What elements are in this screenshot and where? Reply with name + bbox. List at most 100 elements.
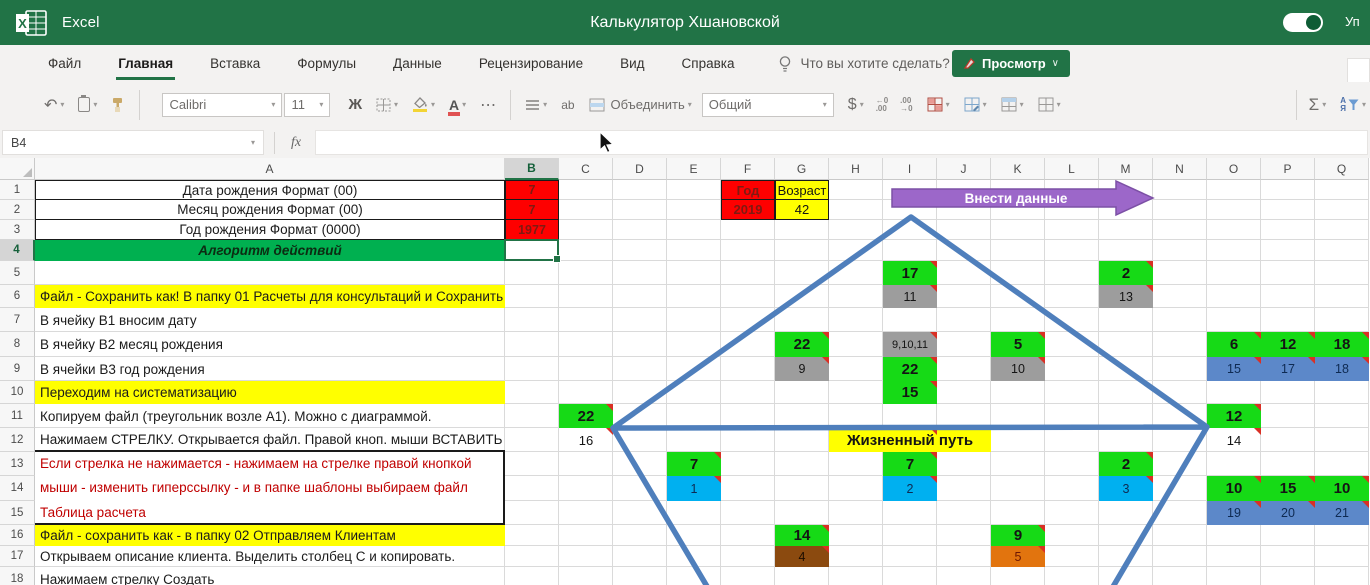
font-name-select[interactable]: Calibri▾ xyxy=(162,93,282,117)
cell-format-button[interactable]: ▾ xyxy=(1038,97,1061,112)
a-cell-row-8[interactable]: В ячейку B2 месяц рождения xyxy=(35,332,505,357)
bold-button[interactable]: Ж xyxy=(348,96,362,113)
a-cell-row-6[interactable]: Файл - Сохранить как! В папку 01 Расчеты… xyxy=(35,285,505,308)
cell-K17[interactable]: 5 xyxy=(991,546,1045,567)
cell-F2[interactable]: 2019 xyxy=(721,200,775,220)
row-header-13[interactable]: 13 xyxy=(0,452,35,476)
col-header-F[interactable]: F xyxy=(721,158,775,180)
cell-K9[interactable]: 10 xyxy=(991,357,1045,381)
col-header-A[interactable]: A xyxy=(35,158,505,180)
number-format-select[interactable]: Общий▾ xyxy=(702,93,834,117)
cell-P14[interactable]: 15 xyxy=(1261,476,1315,501)
cell-O12[interactable]: 14 xyxy=(1207,428,1261,452)
tab-review[interactable]: Рецензирование xyxy=(477,47,585,80)
row-header-16[interactable]: 16 xyxy=(0,525,35,546)
paste-button[interactable]: ▾ xyxy=(78,97,97,112)
col-header-L[interactable]: L xyxy=(1045,158,1099,180)
col-header-B[interactable]: B xyxy=(505,158,559,180)
cell-M5[interactable]: 2 xyxy=(1099,261,1153,285)
row-header-12[interactable]: 12 xyxy=(0,428,35,452)
cell-I5[interactable]: 17 xyxy=(883,261,937,285)
row-header-8[interactable]: 8 xyxy=(0,332,35,357)
wrap-text-button[interactable]: ab xyxy=(561,98,574,112)
cell-O11[interactable]: 12 xyxy=(1207,404,1261,428)
col-header-I[interactable]: I xyxy=(883,158,937,180)
tab-data[interactable]: Данные xyxy=(391,47,444,80)
a-cell-row-18[interactable]: Нажимаем стрелку Создать xyxy=(35,567,505,585)
tell-me-box[interactable]: Что вы хотите сделать? xyxy=(778,55,949,73)
cell-B2[interactable]: 7 xyxy=(505,200,559,220)
cell-I13[interactable]: 7 xyxy=(883,452,937,476)
row-header-11[interactable]: 11 xyxy=(0,404,35,428)
ribbon-toggle[interactable] xyxy=(1283,13,1323,32)
row-header-15[interactable]: 15 xyxy=(0,501,35,525)
tab-formulas[interactable]: Формулы xyxy=(295,47,358,80)
sort-filter-button[interactable]: АЯ ▾ xyxy=(1340,97,1366,113)
tab-help[interactable]: Справка xyxy=(680,47,737,80)
cell-G17[interactable]: 4 xyxy=(775,546,829,567)
cell-C11[interactable]: 22 xyxy=(559,404,613,428)
format-as-table-button[interactable]: ▾ xyxy=(964,97,987,112)
formula-input[interactable] xyxy=(315,130,1368,155)
cell-O9[interactable]: 15 xyxy=(1207,357,1261,381)
row-header-5[interactable]: 5 xyxy=(0,261,35,285)
col-header-K[interactable]: K xyxy=(991,158,1045,180)
alignment-button[interactable]: ▾ xyxy=(525,99,547,111)
a-cell-row-17[interactable]: Открываем описание клиента. Выделить сто… xyxy=(35,546,505,567)
cell-Q14[interactable]: 10 xyxy=(1315,476,1369,501)
cell-I10[interactable]: 15 xyxy=(883,381,937,404)
cell-K8[interactable]: 5 xyxy=(991,332,1045,357)
font-color-button[interactable]: А▾ xyxy=(449,98,466,112)
undo-button[interactable]: ↶▾ xyxy=(44,95,64,115)
col-header-Q[interactable]: Q xyxy=(1315,158,1369,180)
cell-K16[interactable]: 9 xyxy=(991,525,1045,546)
cell-O15[interactable]: 19 xyxy=(1207,501,1261,525)
autosum-button[interactable]: Σ▾ xyxy=(1309,95,1327,115)
col-header-J[interactable]: J xyxy=(937,158,991,180)
cell-M14[interactable]: 3 xyxy=(1099,476,1153,501)
row-header-3[interactable]: 3 xyxy=(0,220,35,240)
cell-O8[interactable]: 6 xyxy=(1207,332,1261,357)
tab-view[interactable]: Вид xyxy=(618,47,646,80)
cell-I14[interactable]: 2 xyxy=(883,476,937,501)
decrease-decimal-icon[interactable]: .00→0 xyxy=(900,97,912,113)
cell-G1[interactable]: Возраст xyxy=(775,180,829,200)
row-header-18[interactable]: 18 xyxy=(0,567,35,585)
name-box[interactable]: B4 ▾ xyxy=(2,130,264,155)
a-cell-row-1[interactable]: Дата рождения Формат (00) xyxy=(35,180,505,200)
col-header-C[interactable]: C xyxy=(559,158,613,180)
tab-file[interactable]: Файл xyxy=(46,47,83,80)
cell-C12[interactable]: 16 xyxy=(559,428,613,452)
cell-P8[interactable]: 12 xyxy=(1261,332,1315,357)
row-header-9[interactable]: 9 xyxy=(0,357,35,381)
cell-M13[interactable]: 2 xyxy=(1099,452,1153,476)
a-cell-row-4[interactable]: Алгоритм действий xyxy=(35,240,505,261)
cell-B1[interactable]: 7 xyxy=(505,180,559,200)
col-header-E[interactable]: E xyxy=(667,158,721,180)
a-cell-row-2[interactable]: Месяц рождения Формат (00) xyxy=(35,200,505,220)
col-header-N[interactable]: N xyxy=(1153,158,1207,180)
row-header-10[interactable]: 10 xyxy=(0,381,35,404)
a-cell-row-10[interactable]: Переходим на систематизацию xyxy=(35,381,505,404)
row-header-6[interactable]: 6 xyxy=(0,285,35,308)
cell-E14[interactable]: 1 xyxy=(667,476,721,501)
cell-P9[interactable]: 17 xyxy=(1261,357,1315,381)
view-mode-button[interactable]: Просмотр ∨ xyxy=(952,50,1070,77)
cell-Q8[interactable]: 18 xyxy=(1315,332,1369,357)
cell-G8[interactable]: 22 xyxy=(775,332,829,357)
a-cell-row-13[interactable]: Если стрелка не нажимается - нажимаем на… xyxy=(35,452,505,525)
cell-O14[interactable]: 10 xyxy=(1207,476,1261,501)
more-font-options[interactable]: ⋯ xyxy=(480,95,496,115)
currency-format-button[interactable]: $▾ xyxy=(848,96,864,114)
cell-Q15[interactable]: 21 xyxy=(1315,501,1369,525)
col-header-M[interactable]: M xyxy=(1099,158,1153,180)
cell-I6[interactable]: 11 xyxy=(883,285,937,308)
cell-I9[interactable]: 22 xyxy=(883,357,937,381)
conditional-formatting-button[interactable]: ▾ xyxy=(927,97,950,112)
tab-home[interactable]: Главная xyxy=(116,47,175,80)
select-all-corner[interactable] xyxy=(0,158,35,180)
col-header-P[interactable]: P xyxy=(1261,158,1315,180)
row-header-1[interactable]: 1 xyxy=(0,180,35,200)
tab-insert[interactable]: Вставка xyxy=(208,47,262,80)
a-cell-row-12[interactable]: Нажимаем СТРЕЛКУ. Открывается файл. Прав… xyxy=(35,428,505,452)
